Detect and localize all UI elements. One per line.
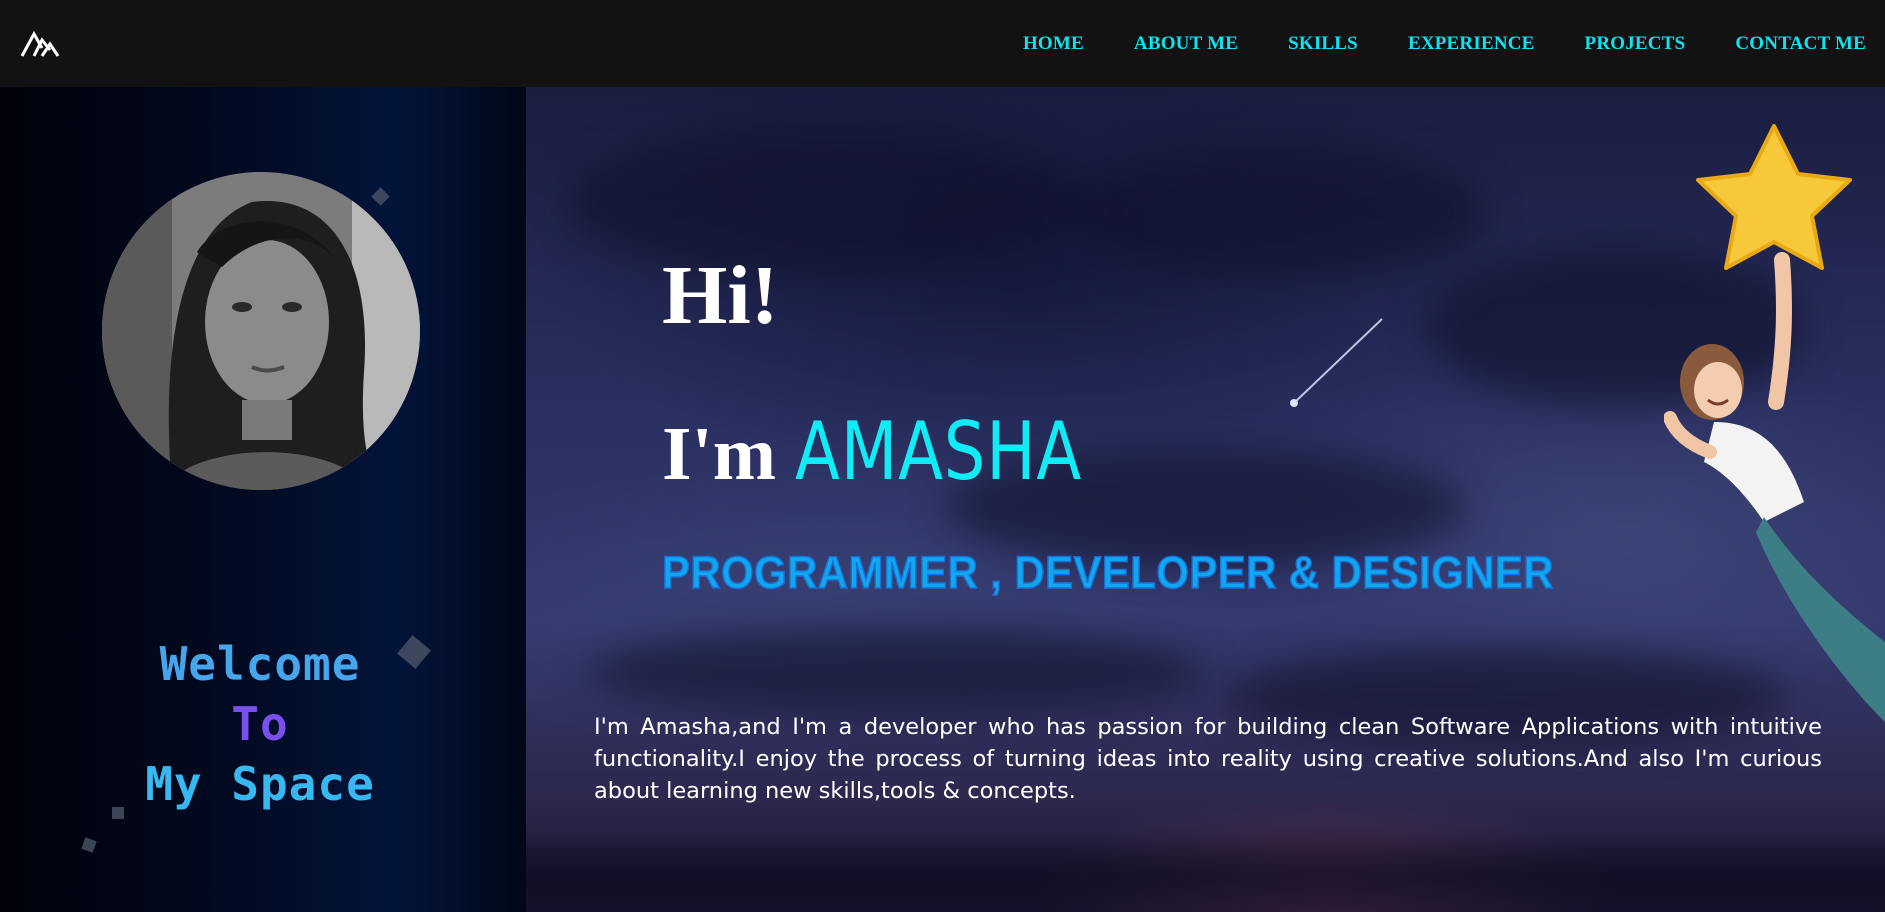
profile-photo xyxy=(102,172,420,490)
nav-experience-link[interactable]: EXPERIENCE xyxy=(1408,33,1535,55)
hero-role: PROGRAMMER , DEVELOPER & DESIGNER xyxy=(661,546,1554,599)
hero-description: I'm Amasha,and I'm a developer who has p… xyxy=(594,714,1822,804)
top-navbar: HOME ABOUT ME SKILLS EXPERIENCE PROJECTS… xyxy=(0,0,1885,87)
nav-contact-link[interactable]: CONTACT ME xyxy=(1735,33,1866,55)
iam-prefix: I'm xyxy=(662,412,776,496)
decorative-square xyxy=(81,837,97,853)
shooting-star-icon xyxy=(1290,318,1383,407)
welcome-line-3: My Space xyxy=(145,757,375,811)
horizon-band xyxy=(526,847,1885,907)
nav-about-link[interactable]: ABOUT ME xyxy=(1134,33,1238,55)
cloud-shape xyxy=(1066,147,1486,277)
decorative-square xyxy=(371,187,390,206)
hero-name: AMASHA xyxy=(795,405,1083,498)
welcome-line-1: Welcome xyxy=(159,637,361,691)
welcome-line-2: To xyxy=(231,697,289,751)
hero-intro-line: I'm AMASHA xyxy=(662,405,1145,498)
nav-home-link[interactable]: HOME xyxy=(1023,33,1084,55)
cloud-shape xyxy=(566,127,1086,277)
hero-greeting: Hi! xyxy=(662,249,779,342)
nav-projects-link[interactable]: PROJECTS xyxy=(1585,33,1686,55)
left-profile-panel: Welcome To My Space xyxy=(0,87,526,912)
girl-holding-star-illustration xyxy=(1664,124,1885,722)
cloud-shape xyxy=(586,627,1206,717)
nav-skills-link[interactable]: SKILLS xyxy=(1288,33,1358,55)
hero-section: Hi! I'm AMASHA PROGRAMMER , DEVELOPER & … xyxy=(526,87,1885,912)
portrait-image xyxy=(102,172,420,490)
nav-links: HOME ABOUT ME SKILLS EXPERIENCE PROJECTS… xyxy=(973,0,1866,87)
welcome-heading: Welcome To My Space xyxy=(0,634,520,814)
mountain-logo-icon[interactable] xyxy=(20,26,60,60)
